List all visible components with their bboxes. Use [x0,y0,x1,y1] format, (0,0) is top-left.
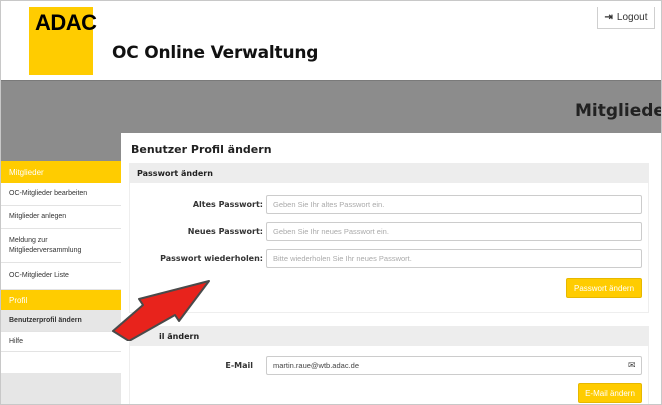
sidebar-item-oc-mitglieder-liste[interactable]: OC-Mitglieder Liste [1,263,121,290]
page-title: Benutzer Profil ändern [131,143,272,156]
envelope-icon: ✉ [628,360,636,370]
sidebar-item-benutzerprofil-aendern[interactable]: Benutzerprofil ändern [1,310,121,332]
email-label: E-Mail [225,361,253,370]
logout-icon: ⇥ [604,12,613,23]
sidebar-fill [1,373,121,404]
email-panel [129,346,649,404]
repeat-password-label: Passwort wiederholen: [160,254,263,263]
banner-strip [1,133,121,161]
repeat-password-input[interactable] [266,249,642,268]
old-password-label: Altes Passwort: [192,200,263,209]
sidebar: Mitglieder OC-Mitglieder bearbeiten Mitg… [1,161,121,404]
sidebar-item-oc-mitglieder-bearbeiten[interactable]: OC-Mitglieder bearbeiten [1,183,121,206]
sidebar-item-hilfe[interactable]: Hilfe [1,332,121,352]
logo-text: ADAC [35,10,97,35]
old-password-input[interactable] [266,195,642,214]
email-panel-heading: il ändern [129,326,649,346]
new-password-input[interactable] [266,222,642,241]
sidebar-group-profil[interactable]: Profil [1,290,121,310]
sidebar-item-mitglieder-anlegen[interactable]: Mitglieder anlegen [1,206,121,229]
logout-label: Logout [616,12,648,23]
app-window: ADAC OC Online Verwaltung ⇥ Logout Mitgl… [0,0,662,405]
new-password-label: Neues Passwort: [187,227,263,236]
app-title: OC Online Verwaltung [112,43,319,63]
sidebar-item-meldung-mitgliederversammlung[interactable]: Meldung zur Mitgliederversammlung [1,229,121,263]
sidebar-group-mitglieder[interactable]: Mitglieder [1,161,121,183]
change-email-button[interactable]: E-Mail ändern [578,383,642,403]
password-panel-heading: Passwort ändern [129,163,649,183]
main-content: Benutzer Profil ändern Passwort ändern A… [121,133,661,404]
section-title: Mitglieder [575,101,661,121]
email-input[interactable] [266,356,642,375]
section-banner [1,80,661,133]
adac-logo[interactable]: ADAC [29,7,97,75]
change-password-button[interactable]: Passwort ändern [566,278,642,298]
logout-button[interactable]: ⇥ Logout [597,7,655,29]
